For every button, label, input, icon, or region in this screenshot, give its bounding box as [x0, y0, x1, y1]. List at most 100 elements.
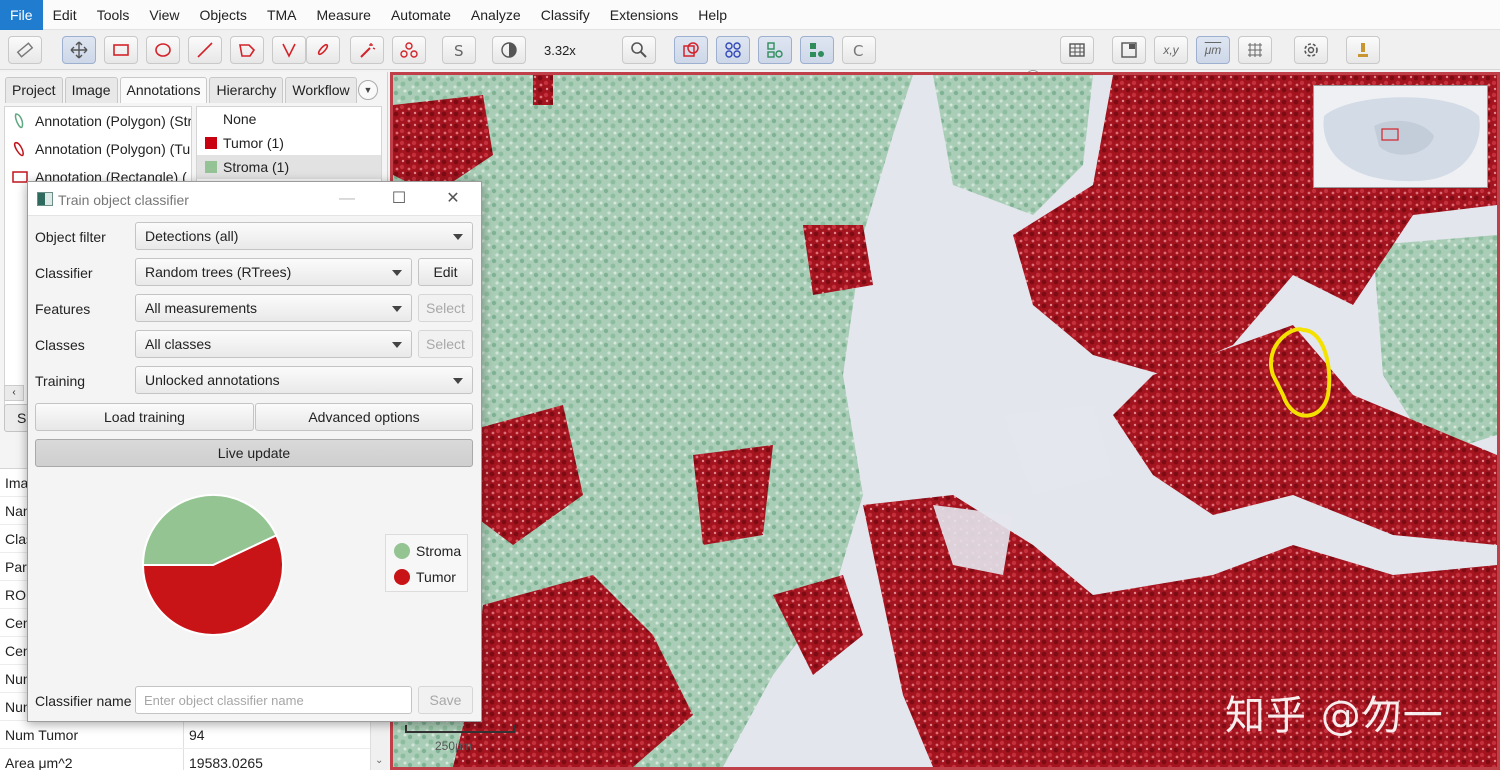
- show-scalebar-button[interactable]: μm: [1196, 36, 1230, 64]
- brush-tool-button[interactable]: [306, 36, 340, 64]
- measure-tool-button[interactable]: [8, 36, 42, 64]
- class-item-none[interactable]: None: [197, 107, 381, 131]
- class-label: Tumor (1): [223, 135, 284, 151]
- close-icon: ✕: [446, 190, 460, 207]
- show-annotations-button[interactable]: [674, 36, 708, 64]
- menu-help[interactable]: Help: [688, 0, 737, 30]
- select-classes-button[interactable]: Select: [418, 330, 473, 358]
- tumor-region: [693, 445, 773, 545]
- property-key: Num Tumor: [5, 727, 79, 743]
- preferences-button[interactable]: [1294, 36, 1328, 64]
- close-button[interactable]: ✕: [442, 188, 464, 210]
- load-training-button[interactable]: Load training: [35, 403, 254, 431]
- tab-image[interactable]: Image: [64, 77, 118, 103]
- annotations-icon: [683, 42, 699, 57]
- property-row[interactable]: Num Tumor 94: [0, 721, 370, 749]
- object-filter-select[interactable]: Detections (all): [135, 222, 473, 250]
- classes-select[interactable]: All classes: [135, 330, 412, 358]
- annotation-label: Annotation (Polygon) (Stroma): [35, 113, 192, 129]
- train-classifier-dialog: Train object classifier — ☐ ✕ Object fil…: [27, 181, 482, 722]
- stroma-color-swatch: [205, 161, 217, 173]
- menu-measure[interactable]: Measure: [307, 0, 381, 30]
- tab-project[interactable]: Project: [5, 77, 63, 103]
- minimize-button[interactable]: —: [336, 188, 358, 210]
- line-tool-button[interactable]: [188, 36, 222, 64]
- live-update-toggle[interactable]: Live update: [35, 439, 473, 467]
- points-icon: [400, 42, 418, 58]
- coordinates-icon: x,y: [1163, 43, 1179, 57]
- selection-mode-button[interactable]: S: [442, 36, 476, 64]
- fill-detections-button[interactable]: [800, 36, 834, 64]
- detections-icon: [767, 42, 783, 58]
- chevron-down-icon: [392, 270, 402, 276]
- wand-tool-button[interactable]: [350, 36, 384, 64]
- class-item-stroma[interactable]: Stroma (1): [197, 155, 381, 179]
- save-button[interactable]: Save: [418, 686, 473, 714]
- show-overview-button[interactable]: [1112, 36, 1146, 64]
- menu-tma[interactable]: TMA: [257, 0, 307, 30]
- show-detections-button[interactable]: [758, 36, 792, 64]
- show-connections-button[interactable]: C: [842, 36, 876, 64]
- tab-annotations[interactable]: Annotations: [119, 77, 208, 103]
- dialog-title: Train object classifier: [58, 192, 189, 208]
- points-tool-button[interactable]: [392, 36, 426, 64]
- tabs-overflow-button[interactable]: ▼: [358, 80, 378, 100]
- polygon-tool-button[interactable]: [230, 36, 264, 64]
- brightness-contrast-button[interactable]: [492, 36, 526, 64]
- menu-file[interactable]: File: [0, 0, 43, 30]
- edit-button[interactable]: Edit: [418, 258, 473, 286]
- menu-tools[interactable]: Tools: [87, 0, 140, 30]
- annotation-item-stroma[interactable]: Annotation (Polygon) (Stroma): [5, 107, 191, 135]
- zoom-to-fit-button[interactable]: [622, 36, 656, 64]
- polygon-annotation-icon: [14, 113, 24, 129]
- select-features-button[interactable]: Select: [418, 294, 473, 322]
- classifier-select[interactable]: Random trees (RTrees): [135, 258, 412, 286]
- tumor-color-swatch: [205, 137, 217, 149]
- tab-workflow[interactable]: Workflow: [285, 77, 357, 103]
- svg-text:C: C: [853, 42, 863, 60]
- chevron-down-icon: ▼: [363, 85, 373, 95]
- classifier-name-input[interactable]: [135, 686, 412, 714]
- menu-analyze[interactable]: Analyze: [461, 0, 531, 30]
- menu-classify[interactable]: Classify: [531, 0, 600, 30]
- menu-view[interactable]: View: [139, 0, 189, 30]
- training-select[interactable]: Unlocked annotations: [135, 366, 473, 394]
- svg-text:S: S: [454, 42, 464, 60]
- maximize-button[interactable]: ☐: [388, 188, 410, 210]
- legend-item-stroma: Stroma: [394, 543, 461, 559]
- move-tool-button[interactable]: [62, 36, 96, 64]
- classifier-value: Random trees (RTrees): [145, 264, 292, 280]
- show-grid-button[interactable]: [1238, 36, 1272, 64]
- scalebar-icon: μm: [1204, 43, 1222, 57]
- menu-edit[interactable]: Edit: [43, 0, 87, 30]
- app-icon: [37, 192, 53, 206]
- image-viewer[interactable]: 250μm 知乎 @勿一: [390, 72, 1500, 770]
- menu-bar: File Edit Tools View Objects TMA Measure Automa…: [0, 0, 1500, 30]
- show-coordinates-button[interactable]: x,y: [1154, 36, 1188, 64]
- features-label: Features: [35, 301, 91, 317]
- menu-automate[interactable]: Automate: [381, 0, 461, 30]
- scroll-left-button[interactable]: ‹: [4, 385, 24, 401]
- brush-icon: [317, 43, 329, 56]
- features-select[interactable]: All measurements: [135, 294, 412, 322]
- property-value: 94: [189, 727, 205, 743]
- measurement-table-button[interactable]: [1060, 36, 1094, 64]
- ellipse-tool-button[interactable]: [146, 36, 180, 64]
- tab-hierarchy[interactable]: Hierarchy: [209, 77, 284, 103]
- legend-label: Stroma: [416, 543, 462, 559]
- selection-mode-icon: S: [454, 42, 464, 60]
- advanced-options-button[interactable]: Advanced options: [255, 403, 473, 431]
- menu-extensions[interactable]: Extensions: [600, 0, 688, 30]
- class-item-tumor[interactable]: Tumor (1): [197, 131, 381, 155]
- overview-thumbnail[interactable]: [1313, 85, 1488, 188]
- rectangle-tool-button[interactable]: [104, 36, 138, 64]
- menu-objects[interactable]: Objects: [189, 0, 256, 30]
- dialog-title-bar[interactable]: Train object classifier — ☐ ✕: [28, 182, 481, 216]
- tma-grid-icon: [725, 42, 741, 58]
- classes-value: All classes: [145, 336, 212, 352]
- annotation-item-tumor[interactable]: Annotation (Polygon) (Tumor): [5, 135, 191, 163]
- polyline-tool-button[interactable]: [272, 36, 306, 64]
- show-tma-grid-button[interactable]: [716, 36, 750, 64]
- log-viewer-button[interactable]: [1346, 36, 1380, 64]
- property-row[interactable]: Area μm^2 19583.0265: [0, 749, 370, 770]
